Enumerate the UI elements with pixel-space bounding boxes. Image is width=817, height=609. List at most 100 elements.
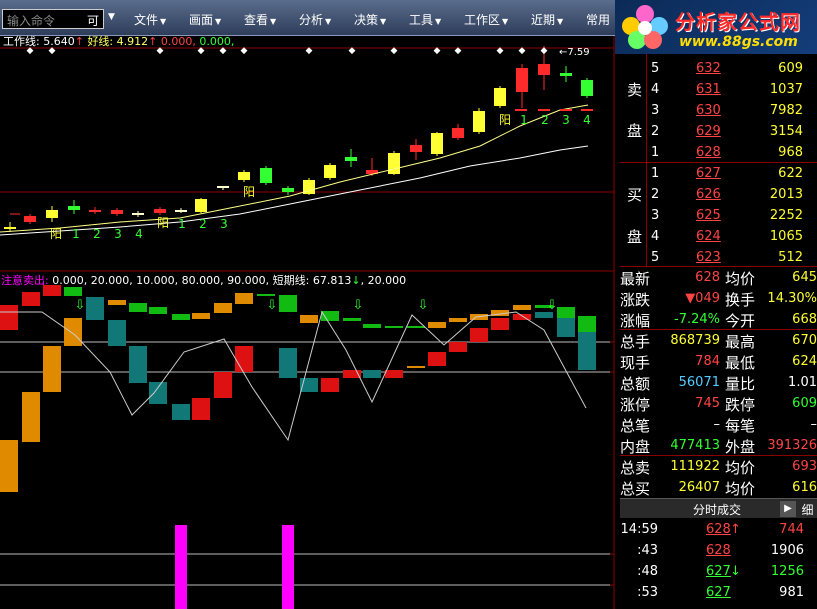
- tick-time: 14:59: [620, 522, 658, 537]
- play-icon[interactable]: ▶: [780, 501, 796, 517]
- buy-volume: 512: [778, 250, 803, 265]
- signal-marker: ◆: [241, 46, 248, 56]
- quote-label: 最低: [725, 354, 756, 372]
- signal-marker: ◆: [455, 46, 462, 56]
- alert-volume-bar: [175, 525, 187, 609]
- work-line-label: 工作线:: [3, 35, 40, 48]
- quote-label: 总卖: [620, 459, 651, 477]
- sell-level: 1: [651, 145, 660, 160]
- tick-title: 分时成交: [693, 503, 742, 517]
- indicator-bar: [557, 318, 575, 337]
- indicator-bar: [363, 324, 381, 328]
- down-arrow-icon: ⇩: [418, 298, 429, 313]
- indicator-bar: [428, 322, 446, 328]
- quote-label: 涨停: [620, 396, 651, 414]
- quote-label: 量比: [725, 375, 756, 393]
- indicator-bar: [470, 328, 488, 342]
- good-line-value: 4.912: [116, 35, 149, 48]
- indicator-bar: [129, 346, 147, 383]
- quote-value: 111922: [670, 459, 720, 474]
- indicator-bar: [428, 352, 446, 366]
- candle-body: [217, 186, 229, 188]
- quote-value: 645: [792, 270, 817, 285]
- buy-level: 2: [651, 187, 660, 202]
- candle-body: [111, 210, 123, 214]
- candlestick-chart: ◆ ◆ ◆ ◆ ◆ ◆ ◆ ◆ ◆ ◆ ◆ ◆ ◆ ◆ ←7.59阳阳阳阳1 2 3 41 2 31 2 3 4: [0, 46, 593, 241]
- quote-label: 现手: [620, 354, 651, 372]
- indicator-bar: [321, 378, 339, 392]
- indicator-bar: [64, 287, 82, 296]
- indicator-bar: [235, 346, 253, 372]
- sell-price: 631: [696, 82, 721, 97]
- quote-label: 最新: [620, 270, 651, 288]
- indicator-bar: [491, 318, 509, 330]
- quote-value: 668: [792, 312, 817, 327]
- candle-body: [410, 145, 422, 152]
- candle-body: [581, 80, 593, 96]
- indicator-bar: [172, 314, 190, 320]
- candle-body: [238, 172, 250, 180]
- tick-price: 628: [706, 543, 731, 558]
- count-mark: 3: [114, 227, 122, 241]
- signal-marker: ◆: [349, 46, 356, 56]
- quote-value: 868739: [670, 333, 720, 348]
- buy-price: 623: [696, 250, 721, 265]
- quote-value: –: [810, 417, 817, 432]
- tick-arrow-icon: ↓: [730, 564, 741, 579]
- quote-label: 总笔: [620, 417, 651, 435]
- quote-label: 涨跌: [620, 291, 651, 309]
- candle-body: [473, 111, 485, 132]
- quote-value: 784: [695, 354, 720, 369]
- indicator-bar: [0, 305, 18, 330]
- buy-volume: 2252: [769, 208, 803, 223]
- tick-volume: 1256: [770, 564, 804, 579]
- indicator-bar: [64, 318, 82, 346]
- work-line-value: 5.640: [43, 35, 75, 48]
- quote-label: 跌停: [725, 396, 756, 414]
- quote-label: 均价: [725, 480, 756, 498]
- quote-value: ▼049: [685, 291, 720, 306]
- quote-value: 693: [792, 459, 817, 474]
- candle-body: [388, 153, 400, 174]
- indicator-bar: [449, 342, 467, 352]
- tick-volume: 744: [779, 522, 804, 537]
- indicator-bar: [578, 332, 596, 370]
- indicator-bar: [257, 294, 275, 296]
- buy-label-bottom: 盘: [627, 228, 643, 246]
- sell-alert-label: 注意卖出:: [1, 274, 49, 287]
- quote-value: 14.30%: [767, 291, 817, 306]
- signal-marker: ◆: [519, 46, 526, 56]
- indicator-bar: [214, 372, 232, 398]
- sell-level: 4: [651, 82, 660, 97]
- indicator-bar: [43, 346, 61, 392]
- candle-body: [494, 88, 506, 106]
- candle-body: [89, 210, 101, 212]
- buy-label-top: 买: [627, 186, 643, 204]
- work-line-arrow: ↑: [74, 35, 84, 48]
- indicator-bar: [235, 293, 253, 304]
- chart-area[interactable]: ◆ ◆ ◆ ◆ ◆ ◆ ◆ ◆ ◆ ◆ ◆ ◆ ◆ ◆ ←7.59阳阳阳阳1 2 3 41 2 31 2 3 4 ⇩ ⇩ ⇩ ⇩ ⇩: [0, 0, 620, 609]
- line4-value: 0.000,: [199, 35, 235, 48]
- signal-marker: ◆: [306, 46, 313, 56]
- tick-time: :48: [637, 564, 658, 579]
- indicator-bar: [192, 313, 210, 319]
- buy-price: 625: [696, 208, 721, 223]
- indicator-bar: [22, 292, 40, 306]
- tick-price: 628: [706, 522, 731, 537]
- detail-button[interactable]: 细: [798, 501, 817, 517]
- candle-body: [260, 168, 272, 183]
- short-line-value: 67.813: [312, 274, 352, 287]
- quote-label: 每笔: [725, 417, 756, 435]
- tick-price: 627: [706, 585, 731, 600]
- tick-header: 分时成交 ▶ 细: [620, 498, 817, 518]
- quote-value: 745: [695, 396, 720, 411]
- buy-volume: 1065: [769, 229, 803, 244]
- candle-body: [538, 64, 550, 75]
- signal-marker: ◆: [497, 46, 504, 56]
- logo-url: www.88gs.com: [679, 34, 798, 50]
- order-book-bottom: [620, 266, 817, 267]
- quote-label: 涨幅: [620, 312, 651, 330]
- quote-value: 670: [792, 333, 817, 348]
- sell-level: 5: [651, 61, 660, 76]
- sell-volume: 7982: [769, 103, 803, 118]
